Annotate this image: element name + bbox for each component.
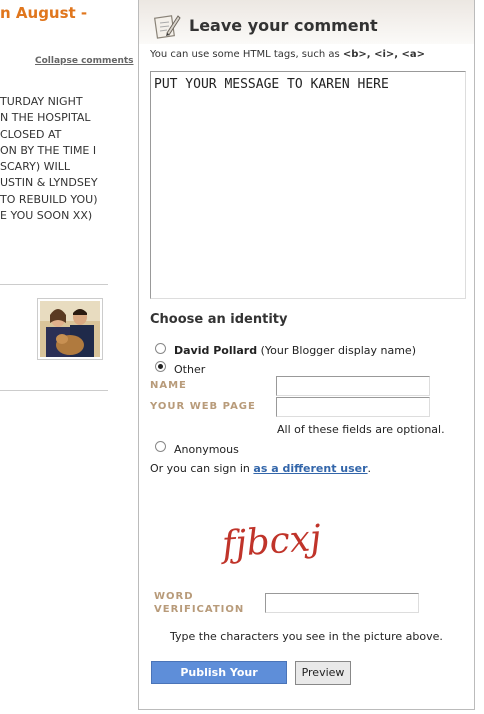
comment-line: E YOU SOON XX)	[0, 209, 93, 223]
html-tags-hint: You can use some HTML tags, such as <b>,…	[150, 49, 425, 60]
captcha-image: fjbcxj	[214, 509, 340, 573]
name-label: NAME	[150, 380, 187, 391]
identity-option-other[interactable]: Other	[174, 363, 205, 376]
identity-option-anonymous[interactable]: Anonymous	[174, 443, 239, 456]
name-field[interactable]	[276, 376, 430, 396]
identity-radio-other[interactable]	[155, 361, 166, 372]
comment-line: TO REBUILD YOU)	[0, 192, 98, 206]
signin-suffix: .	[367, 462, 372, 475]
word-verification-field[interactable]	[265, 593, 419, 613]
webpage-label: YOUR WEB PAGE	[150, 401, 256, 412]
word-verification-label-1: WORD	[154, 591, 194, 602]
word-verification-label-2: VERIFICATION	[154, 604, 245, 615]
publish-comment-button[interactable]: Publish Your Comment	[151, 661, 287, 700]
blog-post-column: n August - Collapse comments TURDAY NIGH…	[0, 0, 138, 714]
couple-with-dog-photo-icon	[40, 301, 100, 357]
identity-radio-anonymous[interactable]	[155, 441, 166, 452]
comment-line: ON BY THE TIME I	[0, 143, 97, 157]
comment-line: N THE HOSPITAL	[0, 111, 91, 125]
comment-line: USTIN & LYNDSEY	[0, 176, 98, 190]
blogger-name: David Pollard	[174, 344, 258, 357]
signin-prefix: Or you can sign in	[150, 462, 254, 475]
avatar[interactable]	[37, 298, 103, 360]
captcha-text: fjbcxj	[218, 518, 323, 566]
divider	[0, 284, 108, 285]
html-hint-text: You can use some HTML tags, such as	[150, 49, 343, 60]
webpage-field[interactable]	[276, 397, 430, 417]
identity-radio-blogger[interactable]	[155, 343, 166, 354]
comment-form-panel: Leave your comment You can use some HTML…	[138, 0, 475, 710]
comment-line: CLOSED AT	[0, 127, 62, 141]
post-title[interactable]: n August -	[0, 4, 87, 22]
captcha-instructions: Type the characters you see in the pictu…	[170, 630, 443, 643]
optional-note: All of these fields are optional.	[277, 423, 445, 436]
blogger-detail: (Your Blogger display name)	[257, 344, 416, 357]
collapse-comments-link[interactable]: Collapse comments	[35, 56, 134, 66]
different-user-link[interactable]: as a different user	[253, 462, 367, 475]
comment-line: TURDAY NIGHT	[0, 95, 83, 108]
identity-option-blogger[interactable]: David Pollard (Your Blogger display name…	[174, 344, 416, 357]
panel-title: Leave your comment	[189, 16, 378, 35]
comment-body: TURDAY NIGHT N THE HOSPITAL CLOSED AT ON…	[0, 94, 138, 224]
comment-line: SCARY) WILL	[0, 160, 71, 174]
comment-textarea[interactable]	[150, 71, 466, 299]
preview-button[interactable]: Preview	[295, 661, 351, 685]
choose-identity-heading: Choose an identity	[150, 312, 288, 327]
pen-paper-icon	[153, 11, 181, 43]
html-hint-tags: <b>, <i>, <a>	[342, 49, 426, 60]
divider	[0, 390, 108, 391]
signin-line: Or you can sign in as a different user.	[150, 462, 371, 475]
